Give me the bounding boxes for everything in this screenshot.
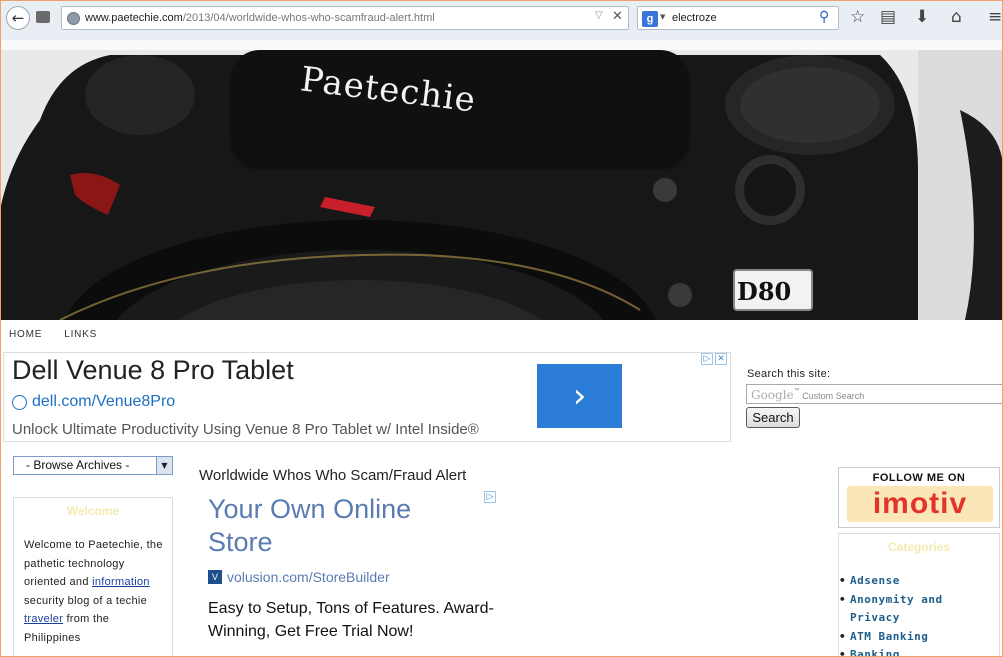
bookmarks-list-icon[interactable]: ▤ — [880, 7, 896, 27]
categories-title: Categories — [887, 540, 951, 554]
browser-toolbar: ← www.paetechie.com/2013/04/worldwide-wh… — [0, 0, 1003, 40]
post-title[interactable]: Worldwide Whos Who Scam/Fraud Alert — [199, 467, 466, 484]
category-link[interactable]: Adsense — [839, 572, 989, 591]
ad2-site-text[interactable]: volusion.com/StoreBuilder — [227, 569, 390, 585]
url-path: /2013/04/worldwide-whos-who-scamfraud-al… — [182, 12, 435, 24]
welcome-text-part: security blog of a techie — [24, 594, 148, 607]
ad2-site-link[interactable]: V volusion.com/StoreBuilder — [208, 569, 500, 585]
category-link[interactable]: Anonymity and Privacy — [839, 591, 989, 628]
nav-links-link[interactable]: LINKS — [64, 329, 97, 340]
site-search-label: Search this site: — [747, 368, 831, 380]
ad-arrow-button[interactable]: › — [537, 364, 622, 428]
magnifier-icon[interactable]: ⚲ — [819, 9, 829, 25]
categories-widget: Categories Adsense Anonymity and Privacy… — [838, 533, 1000, 657]
ad-site-link[interactable]: dell.com/Venue8Pro — [12, 393, 175, 411]
ad2-title[interactable]: Your Own Online Store — [208, 493, 468, 559]
bookmark-star-icon[interactable]: ☆ — [850, 7, 865, 27]
site-nav: HOME LINKS — [9, 329, 97, 340]
menu-icon[interactable]: ≡ — [988, 7, 1002, 27]
camera-photo — [0, 50, 1003, 320]
ad-title[interactable]: Dell Venue 8 Pro Tablet — [12, 355, 294, 386]
url-text[interactable]: www.paetechie.com/2013/04/worldwide-whos… — [85, 12, 435, 24]
imotiv-badge[interactable]: FOLLOW ME ON imotiv — [838, 467, 1000, 528]
welcome-title: Welcome — [66, 504, 120, 518]
google-engine-icon[interactable]: g — [642, 11, 658, 27]
volusion-ad[interactable]: Your Own Online Store V volusion.com/Sto… — [208, 493, 500, 657]
ad-description[interactable]: Unlock Ultimate Productivity Using Venue… — [12, 421, 479, 438]
category-link[interactable]: ATM Banking — [839, 628, 989, 647]
browser-search-bar[interactable]: g ▼ electroze ⚲ — [637, 6, 839, 30]
back-arrow-icon[interactable]: ← — [6, 6, 30, 30]
ad2-description[interactable]: Easy to Setup, Tons of Features. Award-W… — [208, 597, 500, 643]
download-icon[interactable]: ⬇ — [915, 7, 929, 27]
url-domain: www.paetechie.com — [85, 12, 183, 24]
google-wordmark: Google — [751, 388, 794, 402]
dell-logo-icon — [12, 394, 27, 410]
search-query[interactable]: electroze — [672, 12, 717, 24]
categories-list: Adsense Anonymity and Privacy ATM Bankin… — [839, 572, 989, 657]
site-search-input[interactable]: Google™ Custom Search — [746, 384, 1003, 404]
ad-site-text[interactable]: dell.com/Venue8Pro — [32, 393, 175, 411]
imotiv-logo[interactable]: imotiv — [847, 486, 993, 522]
toolbar-divider — [0, 40, 1003, 50]
stop-icon[interactable]: ✕ — [612, 9, 623, 24]
volusion-logo-icon: V — [208, 570, 222, 584]
welcome-text: Welcome to Paetechie, the pathetic techn… — [24, 536, 169, 647]
tab-groups-icon[interactable] — [36, 11, 50, 23]
header-banner[interactable]: Paetechie D80 — [0, 50, 1003, 320]
chevron-down-icon[interactable]: ▼ — [156, 457, 172, 474]
nav-home-link[interactable]: HOME — [9, 329, 42, 340]
information-link[interactable]: information — [92, 576, 150, 588]
site-search-button[interactable]: Search — [746, 407, 800, 428]
adchoices-icon[interactable]: ▷ ✕ — [701, 353, 729, 366]
engine-caret-icon[interactable]: ▼ — [660, 13, 665, 21]
dell-ad-banner[interactable]: Dell Venue 8 Pro Tablet dell.com/Venue8P… — [3, 352, 731, 442]
follow-me-text: FOLLOW ME ON — [872, 472, 966, 484]
site-search-placeholder: Custom Search — [802, 391, 865, 401]
camera-model-label: D80 — [737, 277, 792, 306]
globe-icon — [67, 12, 80, 25]
home-icon[interactable]: ⌂ — [951, 7, 962, 27]
welcome-widget: Welcome Welcome to Paetechie, the pathet… — [13, 497, 173, 657]
category-link[interactable]: Banking — [839, 646, 989, 657]
archives-dropdown[interactable]: - Browse Archives - ▼ — [13, 456, 173, 475]
archives-label: - Browse Archives - — [26, 458, 130, 472]
address-bar[interactable]: www.paetechie.com/2013/04/worldwide-whos… — [61, 6, 629, 30]
url-dropdown-icon[interactable]: ▽ — [595, 10, 603, 21]
traveler-link[interactable]: traveler — [24, 613, 63, 625]
